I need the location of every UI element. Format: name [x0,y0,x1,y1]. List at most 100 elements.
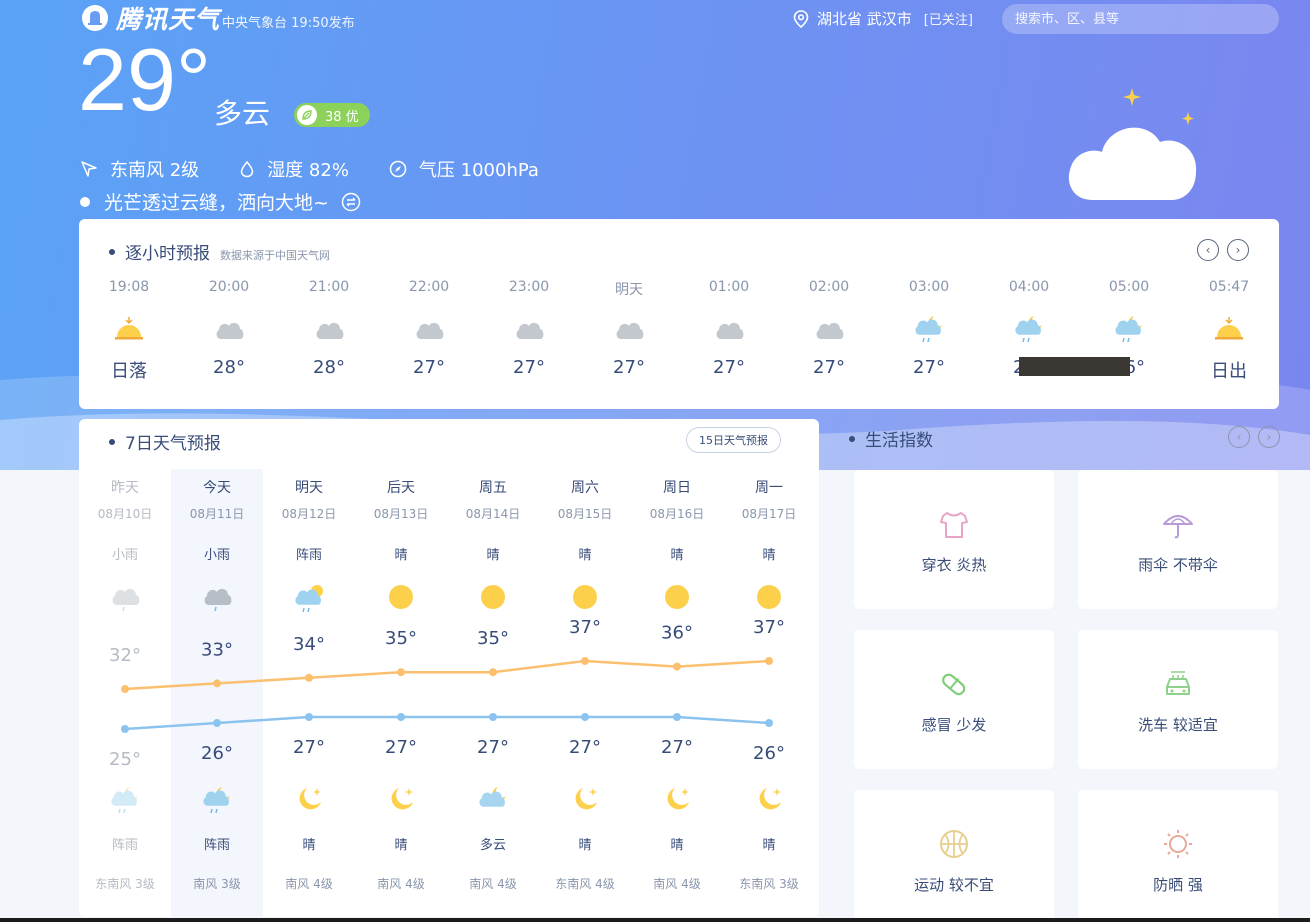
sunset-icon [114,313,144,343]
high-temp-point [673,662,681,671]
high-temp-label: 35° [477,628,509,649]
data-source: 数据来源于中国天气网 [220,249,330,262]
hour-item: 03:00 27° [879,279,979,383]
life-index-card[interactable]: 穿衣 炎热 [854,470,1054,609]
high-temp-label: 37° [569,617,601,638]
weather-tip: 光芒透过云缝，洒向大地~ [80,188,361,215]
life-nav: ‹ › [1220,426,1280,448]
redaction-bar [1019,357,1130,376]
low-temp-label: 25° [109,749,141,770]
pill-icon [942,673,966,696]
low-temp-label: 27° [385,737,417,758]
life-title-text: 生活指数 [865,431,933,451]
hour-item: 明天 27° [579,279,679,383]
hour-time: 19:08 [108,279,150,295]
low-temp-label: 27° [661,737,693,758]
high-temp-label: 35° [385,628,417,649]
hourly-title-text: 逐小时预报 [125,244,210,264]
hour-time: 22:00 [408,279,450,295]
hour-item: 20:00 28° [179,279,279,383]
high-temp-label: 37° [753,617,785,638]
wind-stat: 东南风 2级 [80,156,199,182]
hour-item: 22:00 27° [379,279,479,383]
high-temp-label: 36° [661,623,693,644]
pressure-stat: 气压 1000hPa [389,156,539,182]
seven-day-forecast-card: 7日天气预报 15日天气预报 昨天 08月10日 小雨 阵雨 东南风 3级 今天 08月11… [79,419,819,917]
cloudy-icon [814,313,844,343]
hour-temp: 27° [513,357,545,378]
life-index-label: 洗车 较适宜 [1138,716,1218,734]
follow-status[interactable]: [已关注] [924,9,973,28]
refresh-tip-icon[interactable] [341,192,361,212]
cloudy-icon [714,313,744,343]
humidity-stat: 湿度 82% [239,156,349,182]
life-next-button[interactable]: › [1258,426,1280,448]
hour-item: 05:47 日出 [1179,279,1279,383]
location-display[interactable]: 湖北省 武汉市 [已关注] [793,8,973,29]
location-pin-icon [793,9,809,28]
life-index-label: 穿衣 炎热 [921,556,987,574]
publish-info: 中央气象台 19:50发布 [222,15,355,31]
hour-item: 02:00 27° [779,279,879,383]
night-shower-icon [914,313,944,343]
night-shower-icon [1014,313,1044,343]
life-index-card[interactable]: 雨伞 不带伞 [1078,470,1278,609]
hour-time: 05:47 [1208,279,1250,295]
life-index-card[interactable]: 防晒 强 [1078,790,1278,922]
high-temp-line [124,659,770,691]
hour-time: 23:00 [508,279,550,295]
low-temp-label: 27° [293,737,325,758]
cloudy-icon [414,313,444,343]
life-index-card[interactable]: 洗车 较适宜 [1078,630,1278,769]
compass-icon [389,160,407,178]
hour-temp: 27° [913,357,945,378]
hour-temp: 27° [813,357,845,378]
basketball-icon [940,830,968,858]
umbrella-icon [1163,515,1193,539]
hour-time: 01:00 [708,279,750,295]
low-temp-line [124,715,770,731]
hour-time: 21:00 [308,279,350,295]
hourly-prev-button[interactable]: ‹ [1197,239,1219,261]
hourly-forecast-card: 逐小时预报 数据来源于中国天气网 ‹ › 19:08 日落 20:00 28° 21:0… [79,219,1279,409]
low-temp-point [213,719,221,727]
water-drop-icon [240,160,254,178]
current-stats: 东南风 2级 湿度 82% 气压 1000hPa [80,156,579,182]
low-temp-label: 26° [201,743,233,764]
life-index-label: 感冒 少发 [921,716,987,734]
low-temp-point [397,713,405,721]
aqi-value: 38 优 [325,109,359,125]
cloud-moon-icon [1068,88,1197,200]
low-temp-point [581,713,589,721]
low-temp-label: 27° [477,737,509,758]
aqi-badge[interactable]: 38 优 [294,103,370,127]
title-bullet [849,435,855,442]
humidity-text: 湿度 82% [267,160,349,181]
life-index-card[interactable]: 感冒 少发 [854,630,1054,769]
low-temp-point [673,713,681,721]
temperature-line-chart: 32° 33° 34° 35° 35° 37° 36° 37° 25° 26° 27° 27° 27° 2… [109,617,785,770]
hour-item: 01:00 27° [679,279,779,383]
hour-temp: 28° [313,357,345,378]
hourly-next-button[interactable]: › [1227,239,1249,261]
high-temp-label: 33° [201,639,233,660]
tip-text: 光芒透过云缝，洒向大地~ [104,192,329,214]
hour-item: 23:00 27° [479,279,579,383]
sun-outline-icon [1164,830,1192,858]
tshirt-icon [940,512,968,538]
life-index-label: 雨伞 不带伞 [1138,556,1218,574]
hour-temp: 日出 [1211,361,1247,382]
hour-time: 04:00 [1008,279,1050,295]
life-prev-button[interactable]: ‹ [1228,426,1250,448]
high-temp-point [213,679,221,688]
tip-bullet [80,196,90,207]
high-temp-point [765,657,773,665]
hour-temp: 28° [213,357,245,378]
life-index-card[interactable]: 运动 较不宜 [854,790,1054,922]
life-index-title: 生活指数 [849,426,933,451]
current-condition: 多云 [214,97,271,130]
search-input[interactable] [1002,4,1279,34]
cloudy-icon [614,313,644,343]
high-temp-point [305,673,313,682]
low-temp-point [489,713,497,721]
